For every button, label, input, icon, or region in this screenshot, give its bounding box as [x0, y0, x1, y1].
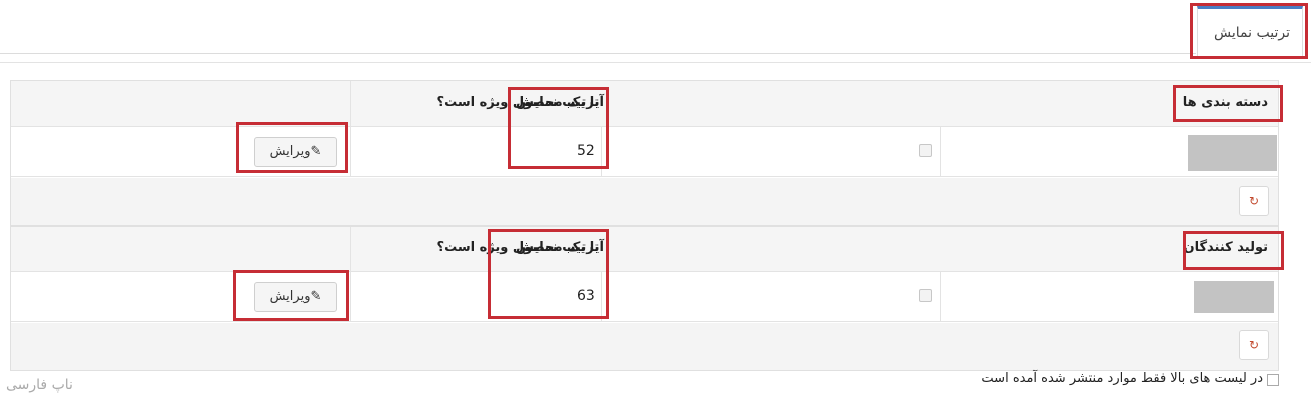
categories-data-row: ✎ویرایش 52 [11, 127, 1278, 177]
col-divider [350, 272, 351, 322]
manufacturers-block: آیا یک محصول ویژه است؟ ترتیب نمایش تولید… [10, 226, 1279, 371]
col-divider [350, 127, 351, 177]
manufacturers-header-row: آیا یک محصول ویژه است؟ ترتیب نمایش تولید… [11, 227, 1278, 272]
highlight-box-tab [1190, 3, 1308, 59]
highlight-box-edit-1 [236, 122, 348, 173]
highlight-box-manufacturers [1183, 231, 1284, 270]
col-divider [350, 81, 351, 127]
col-divider [940, 272, 941, 322]
featured-checkbox[interactable] [919, 289, 932, 302]
brand-watermark: ناپ فارسی [6, 377, 73, 393]
tab-strip-line [0, 53, 1196, 54]
refresh-icon[interactable]: ↻ [1239, 330, 1269, 360]
categories-block: آیا یک محصول ویژه است؟ ترتیب نمایش دسته … [10, 80, 1279, 226]
highlight-box-edit-2 [233, 270, 349, 321]
col-divider [940, 127, 941, 177]
featured-checkbox[interactable] [919, 144, 932, 157]
highlight-box-categories [1173, 85, 1283, 122]
note-checkbox[interactable] [1267, 374, 1279, 386]
category-image-placeholder [1188, 135, 1277, 171]
manufacturers-footer: ↻ [11, 323, 1278, 370]
highlight-box-order-63 [488, 229, 609, 319]
manufacturers-data-row: ✎ویرایش 63 [11, 272, 1278, 322]
categories-footer: ↻ [11, 178, 1278, 225]
col-divider [350, 227, 351, 272]
published-only-note: در لیست های بالا فقط موارد منتشر شده آمد… [981, 371, 1263, 386]
manufacturer-image-placeholder [1194, 281, 1274, 313]
highlight-box-order-52 [508, 87, 609, 169]
categories-header-row: آیا یک محصول ویژه است؟ ترتیب نمایش دسته … [11, 81, 1278, 127]
refresh-icon[interactable]: ↻ [1239, 186, 1269, 216]
